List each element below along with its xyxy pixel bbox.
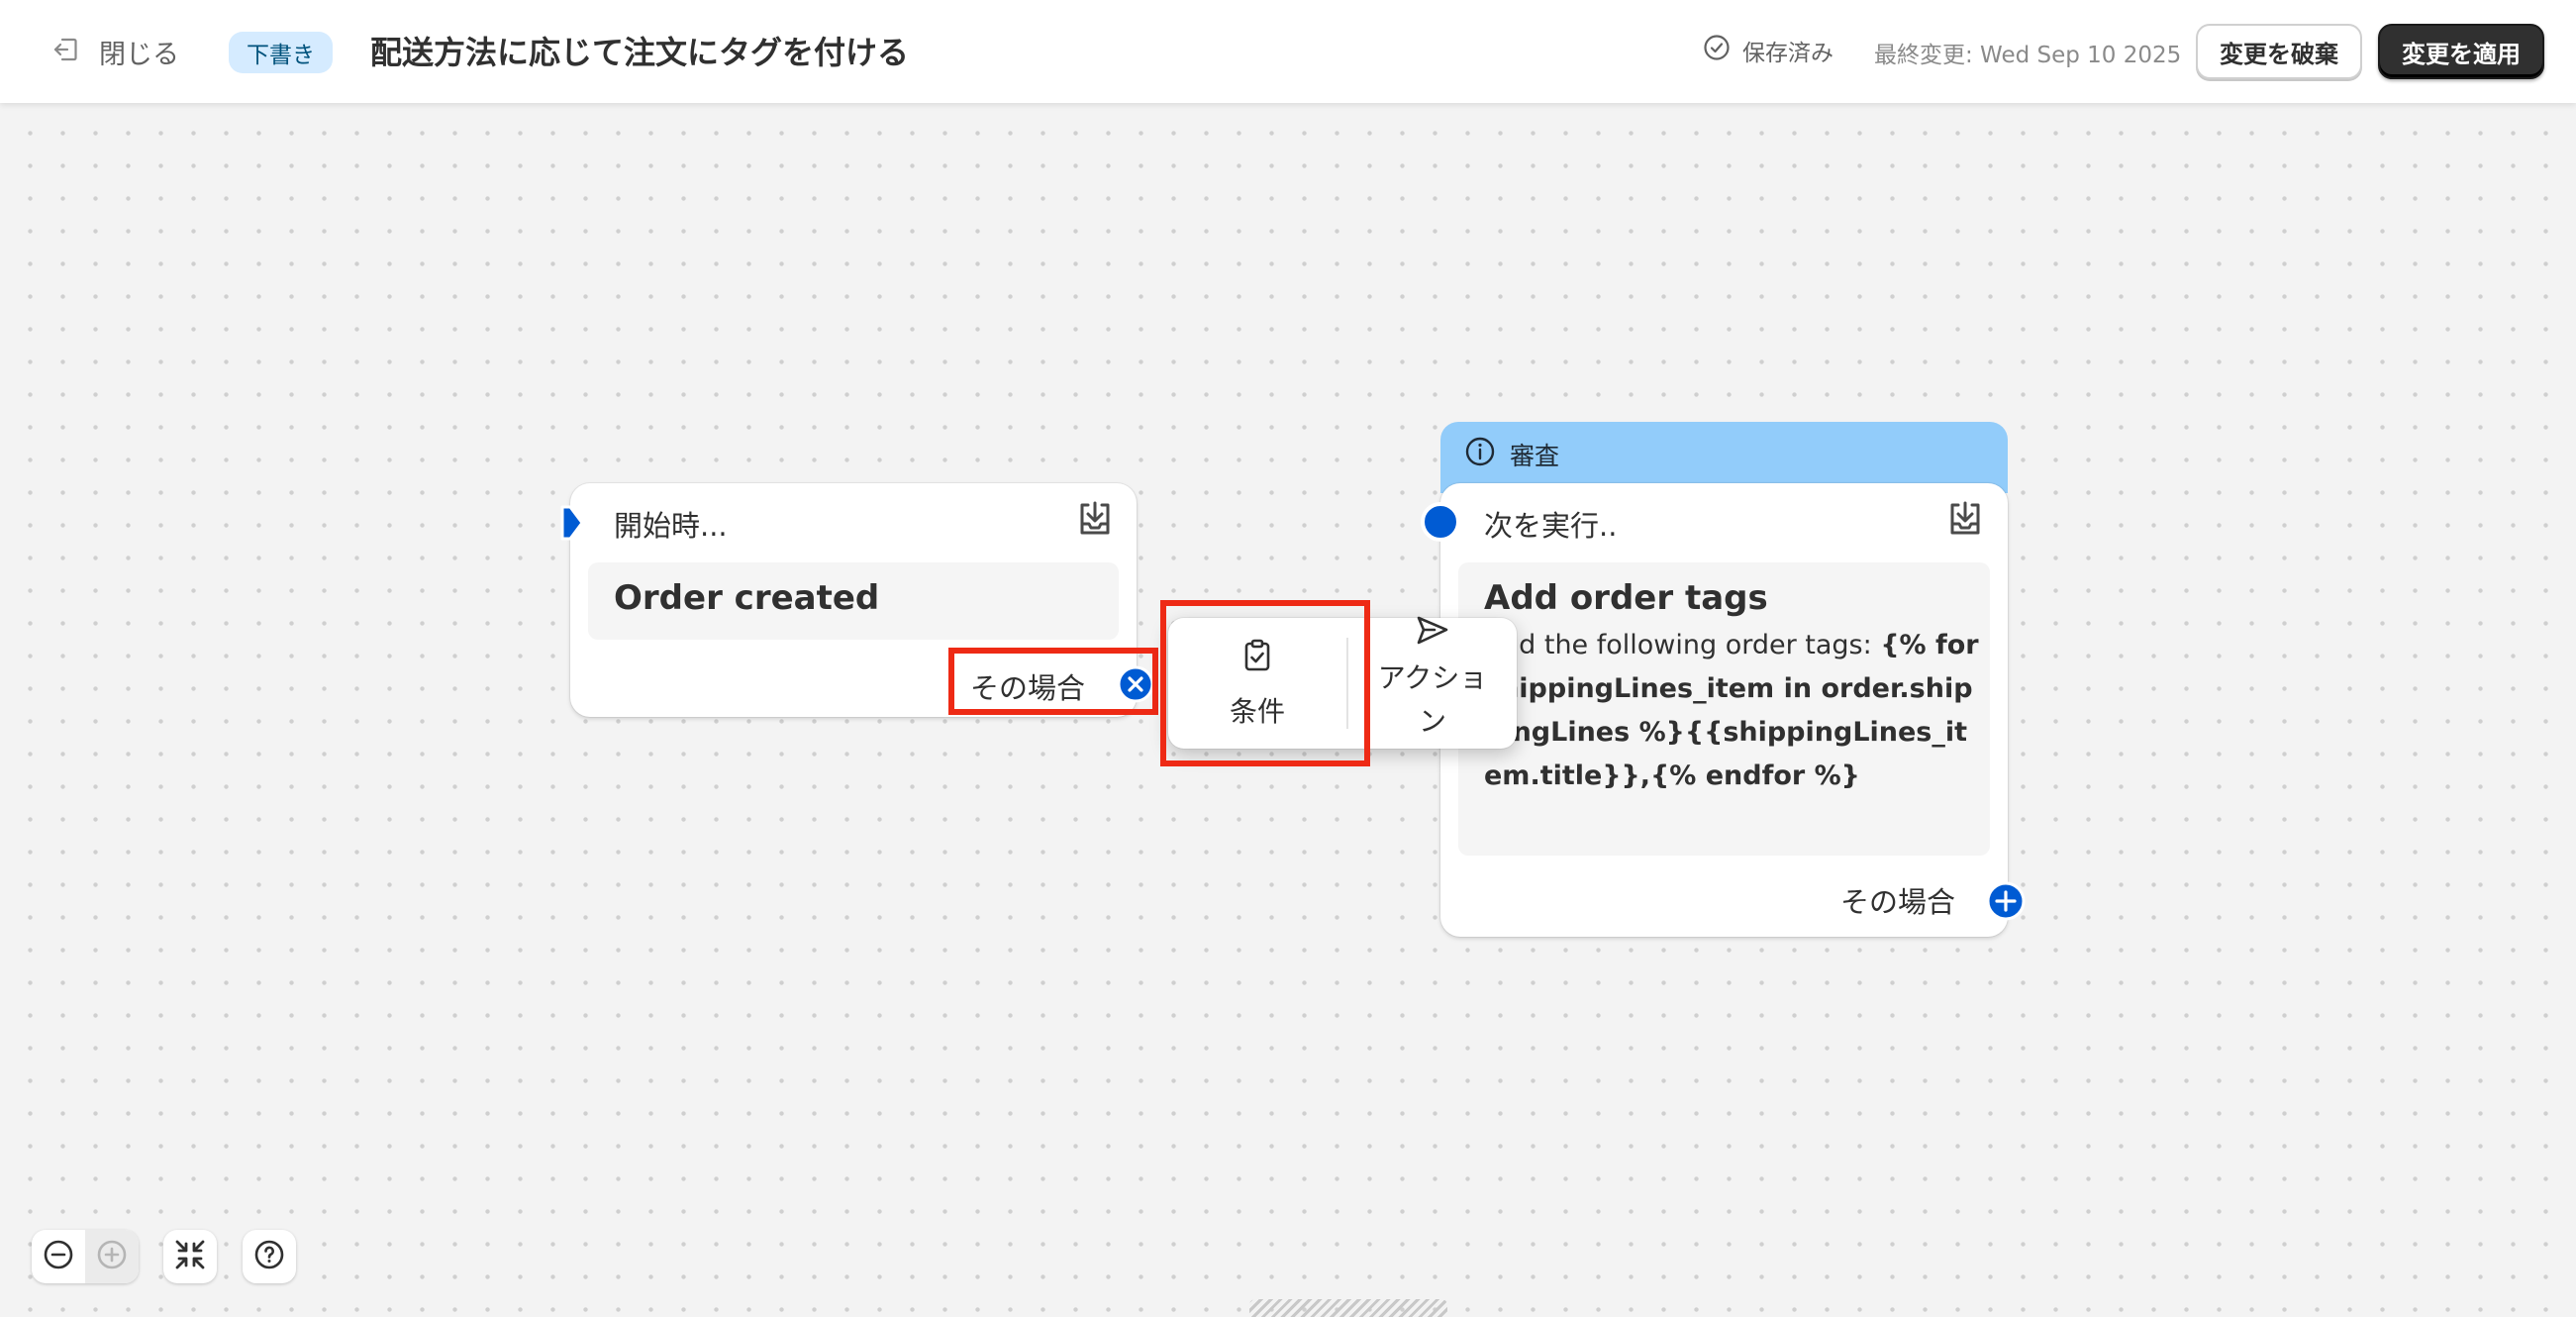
page-title: 配送方法に応じて注文にタグを付ける xyxy=(370,34,910,71)
editor-header: 閉じる 下書き 配送方法に応じて注文にタグを付ける 保存済み 最終変更: Wed… xyxy=(0,0,2576,103)
action-then-label[interactable]: その場合 xyxy=(1840,879,1955,921)
action-description: Add the following order tags: {% for shi… xyxy=(1484,630,1979,791)
action-title: Add order tags xyxy=(1484,578,1768,618)
collapse-icon xyxy=(173,1238,207,1275)
help-icon xyxy=(253,1239,285,1274)
action-node-body[interactable]: Add order tags Add the following order t… xyxy=(1458,562,1990,856)
download-icon[interactable] xyxy=(1945,499,1985,539)
exit-icon xyxy=(51,36,79,67)
minus-circle-icon xyxy=(43,1239,74,1274)
saved-status: 保存済み xyxy=(1703,34,1833,67)
resize-handle[interactable] xyxy=(1249,1299,1447,1317)
menu-item-action[interactable]: アクション xyxy=(1348,616,1517,749)
help-button[interactable] xyxy=(243,1230,296,1283)
review-label: 審査 xyxy=(1510,442,1560,470)
action-node-header: 次を実行.. xyxy=(1484,509,1618,543)
trigger-node-header: 開始時... xyxy=(614,509,728,543)
close-label: 閉じる xyxy=(99,39,179,70)
trigger-title: Order created xyxy=(614,578,880,618)
trigger-node-body[interactable]: Order created xyxy=(588,562,1119,640)
zoom-controls xyxy=(32,1230,139,1283)
zoom-in-button[interactable] xyxy=(85,1230,139,1283)
send-icon xyxy=(1415,614,1450,655)
status-badge: 下書き xyxy=(229,32,333,73)
action-label: アクション xyxy=(1377,661,1488,738)
fit-view-button[interactable] xyxy=(163,1230,217,1283)
highlight-condition xyxy=(1160,600,1370,766)
last-modified: 最終変更: Wed Sep 10 2025 xyxy=(1874,43,2182,68)
action-node[interactable]: 次を実行.. Add order tags Add the following … xyxy=(1440,483,2008,937)
highlight-then-label xyxy=(948,648,1158,715)
saved-label: 保存済み xyxy=(1742,41,1833,66)
plus-circle-icon xyxy=(96,1239,128,1274)
download-icon[interactable] xyxy=(1075,499,1115,539)
action-input-handle xyxy=(1420,501,1461,543)
zoom-out-button[interactable] xyxy=(32,1230,85,1283)
info-icon xyxy=(1464,436,1496,473)
trigger-input-handle xyxy=(556,503,588,543)
close-button[interactable]: 閉じる xyxy=(51,30,179,73)
discard-changes-button[interactable]: 変更を破棄 xyxy=(2196,24,2362,79)
apply-changes-button[interactable]: 変更を適用 xyxy=(2378,24,2544,79)
check-circle-icon xyxy=(1703,34,1731,67)
add-connector-button[interactable] xyxy=(1986,881,2026,921)
